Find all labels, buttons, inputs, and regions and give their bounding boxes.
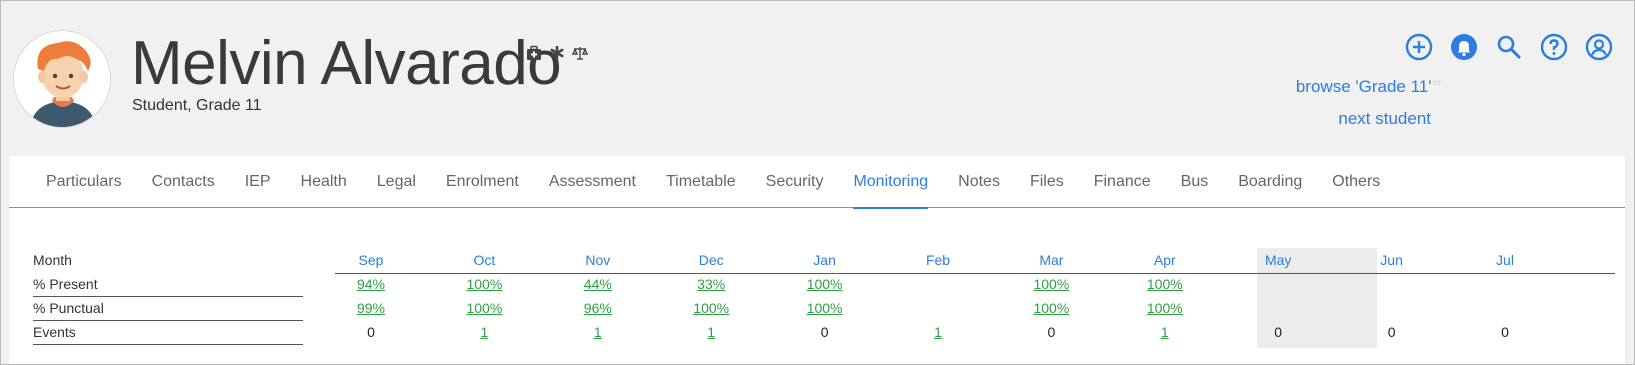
events-cell-jun: 0 — [1387, 324, 1396, 340]
content-panel: Particulars Contacts IEP Health Legal Enrolme… — [9, 156, 1625, 364]
present-cell-jan[interactable]: 100% — [766, 272, 884, 297]
events-cell-sep: 0 — [367, 324, 375, 340]
row-label-present: % Present — [33, 272, 303, 297]
present-cell-sep[interactable]: 94% — [312, 272, 430, 297]
tab-assessment[interactable]: Assessment — [534, 156, 651, 208]
month-header-apr[interactable]: Apr — [1106, 248, 1224, 273]
search-icon[interactable] — [1495, 33, 1523, 61]
tab-files[interactable]: Files — [1015, 156, 1079, 208]
punctual-cell-sep[interactable]: 99% — [312, 296, 430, 321]
events-cell-jan: 0 — [820, 324, 829, 340]
tab-monitoring[interactable]: Monitoring — [838, 156, 943, 209]
events-cell-feb[interactable]: 1 — [879, 320, 997, 345]
month-header-oct[interactable]: Oct — [425, 248, 543, 273]
scales-icon[interactable] — [571, 45, 589, 61]
month-header-feb[interactable]: Feb — [879, 248, 997, 273]
present-cell-dec[interactable]: 33% — [652, 272, 770, 297]
bell-icon[interactable] — [1450, 33, 1478, 61]
punctual-cell-nov[interactable]: 96% — [539, 296, 657, 321]
events-cell-may: 0 — [1274, 324, 1283, 340]
month-header-dec[interactable]: Dec — [652, 248, 770, 273]
month-header-nov[interactable]: Nov — [539, 248, 657, 273]
punctual-cell-apr[interactable]: 100% — [1106, 296, 1224, 321]
punctual-cell-mar[interactable]: 100% — [992, 296, 1110, 321]
month-header-sep[interactable]: Sep — [312, 248, 430, 273]
browse-grade-label[interactable]: browse 'Grade 11' — [1296, 77, 1432, 96]
month-header-jul[interactable]: Jul — [1446, 248, 1564, 273]
student-name: Melvin Alvarado — [131, 29, 562, 98]
events-cell-mar: 0 — [1047, 324, 1056, 340]
add-circle-icon[interactable] — [1405, 33, 1433, 61]
header-actions — [1405, 33, 1613, 61]
browse-grade-link[interactable]: browse 'Grade 11'▭ — [1296, 77, 1441, 97]
punctual-cell-dec[interactable]: 100% — [652, 296, 770, 321]
punctual-cell-oct[interactable]: 100% — [425, 296, 543, 321]
asterisk-icon[interactable] — [549, 45, 565, 61]
help-icon[interactable] — [1540, 33, 1568, 61]
app-window: Melvin Alvarado Student, Grade 11 browse… — [0, 0, 1635, 365]
avatar[interactable] — [13, 30, 111, 128]
present-cell-oct[interactable]: 100% — [425, 272, 543, 297]
row-label-events: Events — [33, 320, 303, 345]
month-header-jan[interactable]: Jan — [766, 248, 884, 273]
tab-others[interactable]: Others — [1317, 156, 1395, 208]
medical-kit-icon[interactable] — [526, 45, 542, 61]
present-cell-nov[interactable]: 44% — [539, 272, 657, 297]
tab-boarding[interactable]: Boarding — [1223, 156, 1317, 208]
month-header-mar[interactable]: Mar — [992, 248, 1110, 273]
tab-legal[interactable]: Legal — [362, 156, 431, 208]
monitoring-table: Month % Present % Punctual Events Sep 94%… — [33, 248, 1615, 356]
events-cell-jul: 0 — [1501, 324, 1509, 340]
tab-notes[interactable]: Notes — [943, 156, 1015, 208]
row-label-punctual: % Punctual — [33, 296, 303, 321]
student-subtitle: Student, Grade 11 — [132, 97, 262, 114]
punctual-cell-jan[interactable]: 100% — [766, 296, 884, 321]
tab-enrolment[interactable]: Enrolment — [431, 156, 534, 208]
events-cell-dec[interactable]: 1 — [652, 320, 770, 345]
account-icon[interactable] — [1585, 33, 1613, 61]
month-header-may[interactable]: May — [1219, 248, 1337, 273]
events-cell-oct[interactable]: 1 — [425, 320, 543, 345]
status-icons — [526, 45, 589, 61]
tab-contacts[interactable]: Contacts — [137, 156, 230, 208]
dropdown-indicator-icon: ▭ — [1432, 77, 1441, 87]
tab-timetable[interactable]: Timetable — [651, 156, 751, 208]
events-cell-apr[interactable]: 1 — [1106, 320, 1224, 345]
tab-bus[interactable]: Bus — [1166, 156, 1224, 208]
month-header-jun[interactable]: Jun — [1333, 248, 1451, 273]
present-cell-mar[interactable]: 100% — [992, 272, 1110, 297]
tab-finance[interactable]: Finance — [1079, 156, 1166, 208]
events-cell-nov[interactable]: 1 — [539, 320, 657, 345]
tab-iep[interactable]: IEP — [230, 156, 286, 208]
row-label-month: Month — [33, 252, 72, 268]
present-cell-apr[interactable]: 100% — [1106, 272, 1224, 297]
tab-health[interactable]: Health — [286, 156, 362, 208]
tab-bar: Particulars Contacts IEP Health Legal Enrolme… — [9, 156, 1625, 209]
tab-security[interactable]: Security — [751, 156, 839, 208]
next-student-link[interactable]: next student — [1338, 109, 1431, 129]
tab-particulars[interactable]: Particulars — [31, 156, 137, 208]
